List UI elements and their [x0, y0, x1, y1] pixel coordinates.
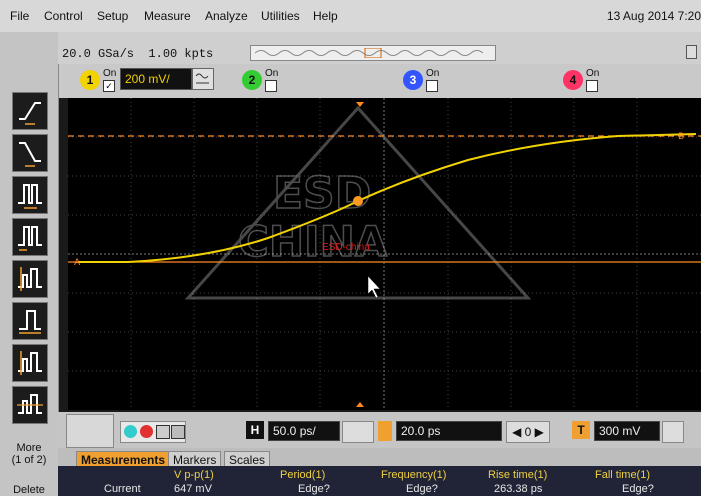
fall-time-value: Edge? — [622, 483, 654, 495]
pulse-width-button[interactable] — [12, 176, 48, 214]
channel-4-badge[interactable]: 4 — [563, 70, 583, 90]
runt-button[interactable] — [12, 260, 48, 298]
menu-control[interactable]: Control — [44, 9, 83, 23]
trigger-label: T — [572, 421, 590, 439]
corner-panel — [0, 32, 58, 64]
rising-edge-button[interactable] — [12, 92, 48, 130]
channel-2-on-label: On — [265, 68, 279, 79]
waveform-display[interactable]: ESD CHINA A B ESD-china — [68, 98, 701, 410]
channel-3-badge[interactable]: 3 — [403, 70, 423, 90]
horizontal-label: H — [246, 421, 264, 439]
print-icon[interactable] — [171, 425, 185, 439]
channel-bar: 1 On ✓ 200 mV/ 2 On 3 On 4 On — [58, 64, 701, 98]
crossing-marker — [353, 196, 363, 206]
svg-text:ESD: ESD — [273, 168, 371, 219]
sample-rate: 20.0 GSa/s — [62, 47, 135, 61]
transition-icon — [17, 394, 43, 414]
delay-stepper[interactable]: ◀ 0 ▶ — [506, 421, 550, 443]
measurements-panel: V p-p(1) Period(1) Frequency(1) Rise tim… — [58, 466, 701, 496]
channel-1-checkbox[interactable]: ✓ — [103, 80, 115, 92]
menu-utilities[interactable]: Utilities — [261, 9, 300, 23]
watermark-text: ESD-china — [322, 242, 370, 253]
svg-text:A: A — [74, 258, 81, 268]
channel-1-badge[interactable]: 1 — [80, 70, 100, 90]
channel-4-checkbox[interactable] — [586, 80, 598, 92]
channel-2-badge[interactable]: 2 — [242, 70, 262, 90]
glitch-icon — [18, 226, 42, 251]
trigger-position-marker-top — [356, 102, 364, 107]
frequency-header: Frequency(1) — [381, 469, 447, 481]
date-time: 13 Aug 2014 7:20 — [606, 9, 701, 23]
record-points: 1.00 kpts — [148, 47, 214, 61]
frequency-value: Edge? — [406, 483, 438, 495]
color-tools — [120, 421, 186, 443]
rise-time-header: Rise time(1) — [488, 469, 548, 481]
channel-3-checkbox[interactable] — [426, 80, 438, 92]
current-row-label: Current — [104, 483, 141, 495]
delay-field[interactable]: 20.0 ps — [396, 421, 502, 441]
runt-icon — [18, 267, 42, 291]
coupling-icon[interactable] — [192, 68, 214, 90]
vpp-value: 647 mV — [174, 483, 212, 495]
timeout-button[interactable] — [12, 344, 48, 382]
channel-3-on-label: On — [426, 68, 440, 79]
rise-time-value: 263.38 ps — [494, 483, 543, 495]
menu-bar: File Control Setup Measure Analyze Utili… — [0, 0, 701, 33]
menu-file[interactable]: File — [10, 9, 29, 23]
bottom-tabs: Measurements Markers Scales — [58, 448, 701, 469]
falling-edge-icon — [19, 142, 41, 167]
overview-toggle[interactable] — [686, 45, 697, 59]
more-label: More — [16, 442, 42, 454]
fall-time-header: Fall time(1) — [595, 469, 651, 481]
trigger-level-field[interactable]: 300 mV — [594, 421, 660, 441]
transition-button[interactable] — [12, 386, 48, 424]
svg-text:B: B — [678, 132, 684, 142]
trigger-position-marker-bottom — [356, 402, 364, 407]
channel-1-scale[interactable]: 200 mV/ — [120, 68, 192, 90]
menu-analyze[interactable]: Analyze — [205, 9, 248, 23]
pulse-width-icon — [18, 184, 42, 209]
delay-reference-icon — [378, 421, 392, 441]
horizontal-controls: H 50.0 ps/ 20.0 ps ◀ 0 ▶ T 300 mV — [58, 412, 701, 448]
setup-hold-icon — [19, 310, 41, 334]
channel-4-on-label: On — [586, 68, 600, 79]
overview-wave-icon — [255, 48, 484, 58]
delete-button[interactable]: Delete — [6, 484, 52, 496]
trigger-slope-button[interactable] — [662, 421, 684, 443]
menu-measure[interactable]: Measure — [144, 9, 191, 23]
teal-dot-icon[interactable] — [124, 425, 137, 438]
delay-step-value: 0 — [524, 425, 532, 439]
more-page: (1 of 2) — [11, 454, 47, 466]
zoom-control[interactable] — [66, 414, 114, 448]
waveform-graticule: ESD CHINA A B — [68, 98, 701, 410]
channel-2-checkbox[interactable] — [265, 80, 277, 92]
save-icon[interactable] — [156, 425, 170, 439]
time-scale-field[interactable]: 50.0 ps/ — [268, 421, 340, 441]
glitch-button[interactable] — [12, 218, 48, 256]
waveform-overview[interactable] — [250, 45, 496, 61]
acquisition-bar: 20.0 GSa/s 1.00 kpts — [58, 42, 701, 64]
menu-help[interactable]: Help — [313, 9, 338, 23]
timeout-icon — [18, 351, 42, 375]
red-dot-icon[interactable] — [140, 425, 153, 438]
more-button[interactable]: More (1 of 2) — [6, 442, 52, 466]
trigger-toolbar: More (1 of 2) Delete — [0, 64, 59, 496]
mouse-cursor-icon — [367, 275, 381, 299]
fine-coarse-toggle[interactable] — [342, 421, 374, 443]
menu-setup[interactable]: Setup — [97, 9, 128, 23]
info-strip — [58, 32, 701, 42]
channel-1-on-label: On — [103, 68, 117, 79]
period-value: Edge? — [298, 483, 330, 495]
rising-edge-icon — [19, 102, 41, 125]
setup-hold-button[interactable] — [12, 302, 48, 340]
period-header: Period(1) — [280, 469, 326, 481]
acquisition-readout: 20.0 GSa/s 1.00 kpts — [62, 47, 213, 61]
falling-edge-button[interactable] — [12, 134, 48, 172]
vpp-header: V p-p(1) — [174, 469, 214, 481]
